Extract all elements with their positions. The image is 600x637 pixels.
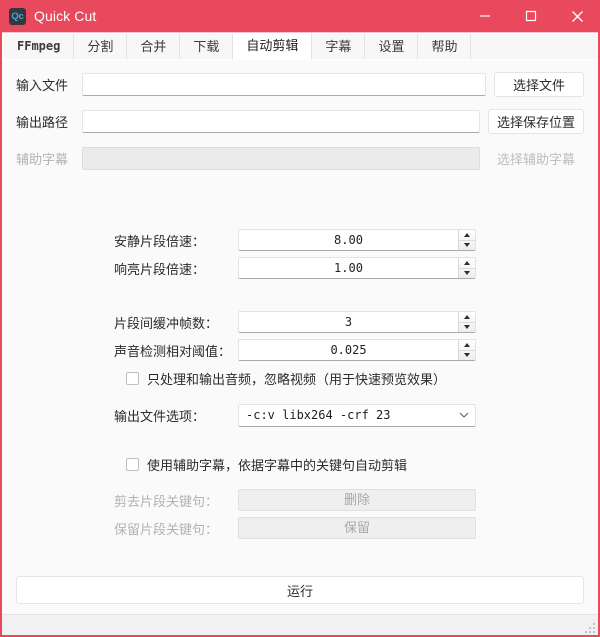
arrow-up-icon <box>464 260 470 265</box>
run-button-container: 运行 <box>16 576 584 614</box>
aux-subtitle-label: 辅助字幕 <box>16 152 69 167</box>
arrow-down-icon <box>464 271 470 276</box>
tab-merge[interactable]: 合并 <box>127 34 181 59</box>
arrow-up-icon <box>464 232 470 237</box>
use-subtitle-label: 使用辅助字幕，依据字幕中的关键句自动剪辑 <box>147 457 408 473</box>
maximize-button[interactable] <box>508 0 554 32</box>
sound-threshold-step-down[interactable] <box>459 351 475 361</box>
audio-only-checkbox[interactable] <box>126 371 139 385</box>
choose-save-location-button[interactable]: 选择保存位置 <box>487 109 584 134</box>
use-subtitle-checkbox[interactable] <box>126 457 139 471</box>
window-controls <box>462 0 600 32</box>
tab-bar-filler <box>471 34 598 59</box>
tab-subtitle[interactable]: 字幕 <box>312 34 366 59</box>
sound-threshold-row: 声音检测相对阈值： <box>114 339 584 361</box>
arrow-up-icon <box>464 342 470 347</box>
buffer-frames-step-down[interactable] <box>459 323 475 333</box>
keep-keyword-row: 保留片段关键句： 保留 <box>114 517 584 539</box>
tab-settings[interactable]: 设置 <box>365 34 419 59</box>
input-file-label: 输入文件 <box>16 78 69 93</box>
quiet-speed-row: 安静片段倍速： <box>114 229 584 251</box>
loud-speed-row: 响亮片段倍速： <box>114 257 584 279</box>
choose-aux-subtitle-button: 选择辅助字幕 <box>488 146 584 171</box>
arrow-down-icon <box>464 353 470 358</box>
output-options-label: 输出文件选项： <box>114 408 206 424</box>
sound-threshold-value[interactable] <box>239 340 458 360</box>
window-title: Quick Cut <box>34 8 97 24</box>
close-button[interactable] <box>554 0 600 32</box>
spacer-mid <box>16 285 584 311</box>
quiet-speed-spinbox[interactable] <box>238 229 476 251</box>
input-file-field[interactable] <box>82 73 486 96</box>
cut-keyword-label: 剪去片段关键句： <box>114 493 219 509</box>
maximize-icon <box>525 10 537 22</box>
close-icon <box>571 10 583 22</box>
buffer-frames-spinbox[interactable] <box>238 311 476 333</box>
cut-keyword-field: 删除 <box>238 489 476 511</box>
tab-split[interactable]: 分割 <box>74 34 128 59</box>
detection-settings-group: 片段间缓冲帧数： 声音检测相对阈值： <box>114 311 584 367</box>
arrow-down-icon <box>464 325 470 330</box>
chevron-down-icon <box>459 412 469 418</box>
aux-subtitle-row: 辅助字幕 选择辅助字幕 <box>16 146 584 171</box>
cut-keyword-row: 剪去片段关键句： 删除 <box>114 489 584 511</box>
speed-settings-group: 安静片段倍速： 响亮片段倍速： <box>114 229 584 285</box>
sound-threshold-label: 声音检测相对阈值： <box>114 343 232 359</box>
spacer-before-subtitle <box>16 427 584 453</box>
tab-ffmpeg[interactable]: FFmpeg <box>4 34 75 59</box>
spacer-before-combo <box>16 389 584 403</box>
tab-help[interactable]: 帮助 <box>418 34 472 59</box>
keep-keyword-field: 保留 <box>238 517 476 539</box>
output-options-value: -c:v libx264 -crf 23 <box>246 408 391 422</box>
arrow-up-icon <box>464 314 470 319</box>
loud-speed-label: 响亮片段倍速： <box>114 261 206 277</box>
buffer-frames-step-up[interactable] <box>459 312 475 323</box>
tab-auto-cut[interactable]: 自动剪辑 <box>233 33 313 59</box>
output-path-label: 输出路径 <box>16 115 69 130</box>
buffer-frames-row: 片段间缓冲帧数： <box>114 311 584 333</box>
audio-only-label: 只处理和输出音频，忽略视频（用于快速预览效果） <box>147 371 447 387</box>
output-options-row: 输出文件选项： -c:v libx264 -crf 23 <box>114 403 584 427</box>
app-icon: Qc <box>9 7 26 25</box>
quiet-speed-stepper[interactable] <box>458 230 475 250</box>
buffer-frames-value[interactable] <box>239 312 458 332</box>
audio-only-row[interactable]: 只处理和输出音频，忽略视频（用于快速预览效果） <box>126 367 584 389</box>
sound-threshold-spinbox[interactable] <box>238 339 476 361</box>
loud-speed-stepper[interactable] <box>458 258 475 278</box>
aux-subtitle-field <box>82 147 480 170</box>
window-client-area: FFmpeg 分割 合并 下载 自动剪辑 字幕 设置 帮助 输入文件 选择文件 … <box>2 32 598 635</box>
titlebar[interactable]: Qc Quick Cut <box>0 0 600 32</box>
tab-download[interactable]: 下载 <box>180 34 234 59</box>
loud-speed-step-down[interactable] <box>459 269 475 279</box>
spacer-upper <box>16 171 584 229</box>
minimize-button[interactable] <box>462 0 508 32</box>
output-options-combobox[interactable]: -c:v libx264 -crf 23 <box>238 403 476 427</box>
buffer-frames-stepper[interactable] <box>458 312 475 332</box>
auto-cut-panel: 输入文件 选择文件 输出路径 选择保存位置 辅助字幕 选择辅助字幕 安静片段倍速 <box>2 60 598 614</box>
spacer-before-keywords <box>16 475 584 489</box>
tab-bar: FFmpeg 分割 合并 下载 自动剪辑 字幕 设置 帮助 <box>2 33 598 60</box>
resize-grip-icon[interactable] <box>584 622 595 633</box>
use-subtitle-row[interactable]: 使用辅助字幕，依据字幕中的关键句自动剪辑 <box>126 453 584 475</box>
choose-file-button[interactable]: 选择文件 <box>494 72 584 97</box>
status-bar <box>2 614 598 635</box>
quiet-speed-value[interactable] <box>239 230 458 250</box>
input-file-row: 输入文件 选择文件 <box>16 72 584 97</box>
app-window: Qc Quick Cut FFmpeg 分割 合并 下载 自动剪辑 字幕 设置 … <box>0 0 600 637</box>
quiet-speed-label: 安静片段倍速： <box>114 233 206 249</box>
loud-speed-value[interactable] <box>239 258 458 278</box>
quiet-speed-step-down[interactable] <box>459 241 475 251</box>
loud-speed-step-up[interactable] <box>459 258 475 269</box>
run-button[interactable]: 运行 <box>16 576 584 604</box>
minimize-icon <box>480 15 490 17</box>
quiet-speed-step-up[interactable] <box>459 230 475 241</box>
keep-keyword-label: 保留片段关键句： <box>114 521 219 537</box>
loud-speed-spinbox[interactable] <box>238 257 476 279</box>
arrow-down-icon <box>464 243 470 248</box>
output-path-field[interactable] <box>82 110 480 133</box>
buffer-frames-label: 片段间缓冲帧数： <box>114 315 219 331</box>
sound-threshold-stepper[interactable] <box>458 340 475 360</box>
sound-threshold-step-up[interactable] <box>459 340 475 351</box>
output-path-row: 输出路径 选择保存位置 <box>16 109 584 134</box>
